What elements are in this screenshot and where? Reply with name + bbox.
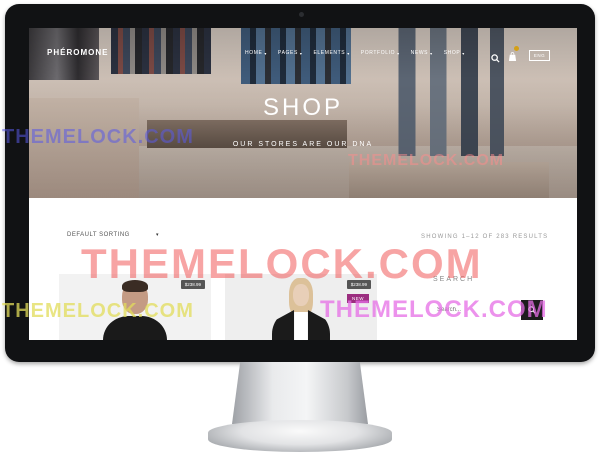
site-logo[interactable]: PHÉROMONE: [47, 48, 108, 57]
top-navigation: PHÉROMONE HOME ▾ PAGES ▾ ELEMENTS ▾ PORTFOL…: [29, 28, 577, 63]
webcam-dot: [299, 12, 304, 17]
nav-item-label: PORTFOLIO: [360, 50, 396, 56]
language-selector[interactable]: ENG: [529, 50, 550, 61]
chevron-down-icon: ▾: [462, 50, 465, 56]
watermark: THEMELOCK.COM: [2, 126, 194, 148]
chevron-down-icon: ▾: [264, 50, 268, 56]
nav-item-label: SHOP: [443, 50, 461, 56]
nav-item-label: PAGES: [278, 50, 298, 56]
hero-banner: PHÉROMONE HOME ▾ PAGES ▾ ELEMENTS ▾ PORTFOL…: [29, 28, 577, 198]
cart-count-badge: [514, 46, 519, 51]
page-title: SHOP: [262, 94, 343, 121]
nav-item-pages[interactable]: PAGES ▾: [278, 50, 302, 56]
nav-item-label: HOME: [245, 50, 263, 56]
watermark: THEMELOCK.COM: [320, 296, 548, 323]
watermark: THEMELOCK.COM: [2, 300, 194, 322]
search-icon[interactable]: [491, 50, 500, 63]
chevron-down-icon: ▾: [397, 50, 400, 56]
nav-item-shop[interactable]: SHOP ▾: [444, 50, 465, 56]
monitor-stand-base: [208, 420, 392, 452]
monitor-stand-neck: [232, 362, 368, 424]
chevron-down-icon: ▾: [155, 232, 159, 238]
sorting-value: DEFAULT SORTING: [67, 232, 130, 238]
nav-item-label: NEWS: [410, 50, 429, 56]
chevron-down-icon: ▾: [347, 50, 350, 56]
nav-item-news[interactable]: NEWS ▾: [411, 50, 433, 56]
screen: PHÉROMONE HOME ▾ PAGES ▾ ELEMENTS ▾ PORTFOL…: [29, 28, 577, 340]
nav-item-label: ELEMENTS: [313, 50, 346, 56]
nav-item-home[interactable]: HOME ▾: [245, 50, 267, 56]
main-menu: HOME ▾ PAGES ▾ ELEMENTS ▾ PORTFOLIO ▾ NEWS ▾ …: [245, 50, 476, 56]
nav-item-elements[interactable]: ELEMENTS ▾: [313, 50, 349, 56]
chevron-down-icon: ▾: [299, 50, 303, 56]
watermark: THEMELOCK.COM: [81, 240, 483, 287]
nav-item-portfolio[interactable]: PORTFOLIO ▾: [361, 50, 400, 56]
watermark: THEMELOCK.COM: [348, 152, 505, 169]
chevron-down-icon: ▾: [430, 50, 433, 56]
